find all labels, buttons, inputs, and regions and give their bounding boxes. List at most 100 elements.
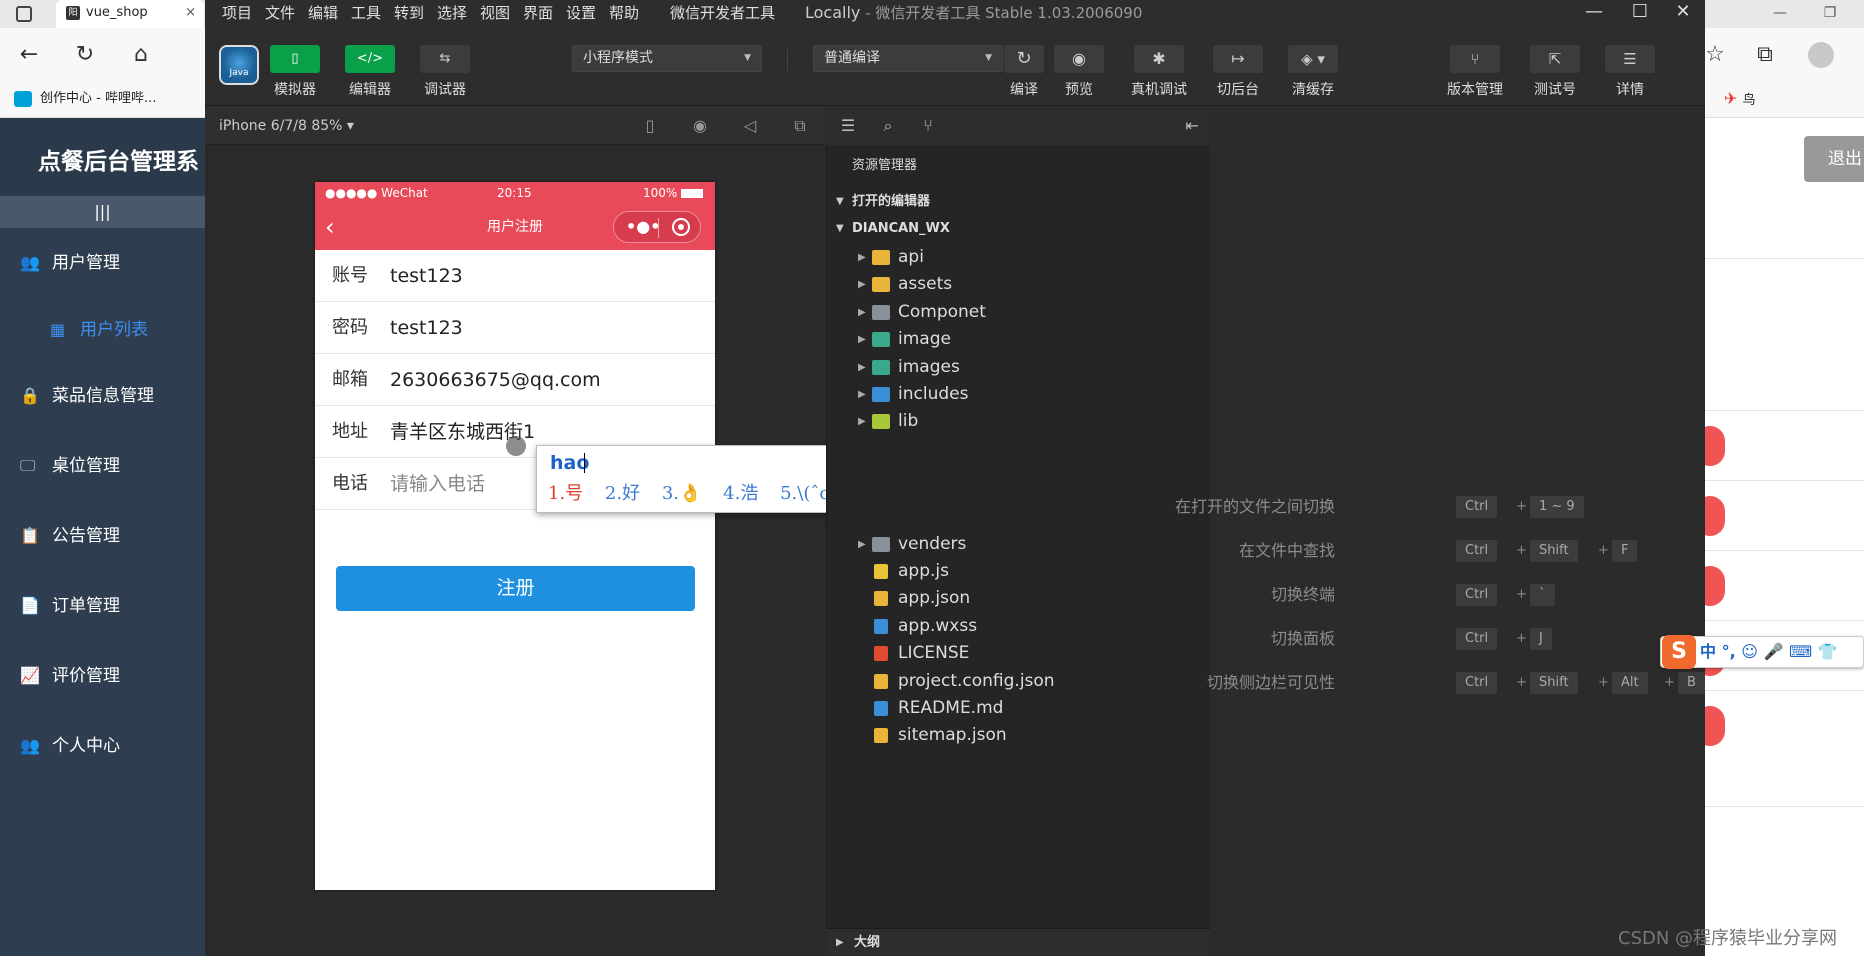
popout-icon[interactable]: ⧉ [788,114,812,138]
folder-item[interactable]: ▶ api [858,244,1198,271]
folder-item[interactable]: ▶ includes [858,381,1198,408]
collapse-sidebar-icon[interactable]: ⇤ [1180,114,1204,138]
account-input[interactable]: test123 [390,250,463,302]
profile-avatar[interactable] [1808,42,1834,68]
menu-project[interactable]: 项目 [222,2,252,24]
tab-actions-icon[interactable] [16,6,32,22]
clear-cache-button[interactable]: ◈ ▾ [1288,45,1338,73]
sidebar-item-profile[interactable]: 👥 个人中心 [0,726,205,766]
close-icon[interactable]: ✕ [1663,0,1703,26]
item-name: app.json [898,588,971,608]
browser-minimize-icon[interactable]: — [1766,0,1794,28]
project-section[interactable]: ▼ DIANCAN_WX [834,217,1210,241]
folder-icon [872,414,890,429]
minimize-icon[interactable]: — [1574,0,1614,26]
folder-item[interactable]: ▶ Componet [858,299,1198,326]
folder-item[interactable]: ▶ lib [858,408,1198,435]
debugger-toggle[interactable]: ⇆ [420,45,470,73]
sidebar-item-dishes[interactable]: 🔒 菜品信息管理 [0,376,205,416]
browser-restore-icon[interactable]: ❐ [1816,0,1844,28]
sidebar-item-tables[interactable]: 🖵 桌位管理 [0,446,205,486]
menu-wechat-devtools[interactable]: 微信开发者工具 [670,2,775,24]
folder-item[interactable]: ▶ assets [858,271,1198,298]
sogou-logo-icon[interactable]: S [1662,635,1696,669]
file-item[interactable]: README.md [858,695,1198,722]
sidebar-item-label: 用户管理 [52,253,120,273]
close-capsule-icon[interactable] [672,218,690,236]
reload-icon[interactable]: ↻ [70,40,100,70]
collections-icon[interactable]: ⧉ [1750,40,1780,70]
item-name: api [898,247,924,267]
folder-item[interactable]: ▶ images [858,354,1198,381]
sidebar-item-orders[interactable]: 📄 订单管理 [0,586,205,626]
bookmark-item[interactable]: 创作中心 - 哔哩哔... [14,88,156,110]
item-name: lib [898,411,919,431]
admin-sidebar [0,194,205,956]
home-icon[interactable]: ⌂ [126,40,156,70]
compile-select-value: 普通编译 [824,50,880,66]
register-button[interactable]: 注册 [336,566,695,611]
compile-button[interactable]: ↻ [1004,45,1044,73]
back-icon[interactable]: ← [14,40,44,70]
menu-help[interactable]: 帮助 [609,2,639,24]
menu-view[interactable]: 视图 [480,2,510,24]
rotate-device-icon[interactable]: ▯ [638,114,662,138]
source-control-icon[interactable]: ⑂ [916,114,940,138]
open-editors-section[interactable]: ▼ 打开的编辑器 [834,190,1210,214]
file-item[interactable]: sitemap.json [858,722,1198,749]
tab-close-icon[interactable]: × [185,0,196,26]
phone-input[interactable]: 请输入电话 [390,458,485,510]
simulator-toggle[interactable]: ▯ [270,45,320,73]
sidebar-item-notices[interactable]: 📋 公告管理 [0,516,205,556]
ime-candidate[interactable]: 3.👌 [662,483,702,504]
volume-icon[interactable]: ◁ [738,114,762,138]
menu-tools[interactable]: 工具 [351,2,381,24]
refresh-icon: ↻ [1016,48,1032,69]
menu-settings[interactable]: 设置 [566,2,596,24]
compile-select[interactable]: 普通编译 ▼ [813,45,1003,72]
sidebar-item-reviews[interactable]: 📈 评价管理 [0,656,205,696]
mini-program-capsule[interactable]: •●• [613,211,701,243]
ime-candidate[interactable]: 4.浩 [723,483,758,504]
editor-toggle[interactable]: </> [345,45,395,73]
sidebar-item-users[interactable]: 👥 用户管理 [0,243,205,283]
ime-candidate[interactable]: 1.号 [548,483,583,504]
browser-tab[interactable]: 阳 vue_shop × [56,0,204,28]
record-icon[interactable]: ◉ [688,114,712,138]
eye-icon: ◉ [1072,49,1086,68]
test-account-button[interactable]: ⇱ [1530,45,1580,73]
password-input[interactable]: test123 [390,302,463,354]
menu-interface[interactable]: 界面 [523,2,553,24]
search-icon[interactable]: ⌕ [876,114,900,138]
status-time: 20:15 [497,186,532,200]
ime-candidate[interactable]: 2.好 [605,483,640,504]
mode-select[interactable]: 小程序模式 ▼ [572,45,762,72]
folder-item[interactable]: ▶ image [858,326,1198,353]
item-name: venders [898,534,967,554]
version-label: 版本管理 [1447,82,1503,98]
real-debug-button[interactable]: ✱ [1134,45,1184,73]
sidebar-item-user-list[interactable]: ▦ 用户列表 [0,310,205,350]
email-input[interactable]: 2630663675@qq.com [390,354,601,406]
account-avatar[interactable]: Java [219,45,259,85]
sogou-toolbar-items[interactable]: 中 °, ☺ 🎤 ⌨ 👕 [1700,640,1838,664]
logout-button[interactable]: 退出 [1804,136,1864,182]
menu-edit[interactable]: 编辑 [308,2,338,24]
menu-goto[interactable]: 转到 [394,2,424,24]
menu-select[interactable]: 选择 [437,2,467,24]
preview-button[interactable]: ◉ [1054,45,1104,73]
battery-icon [681,189,703,198]
more-icon[interactable]: •●• [626,216,660,238]
sidebar-toggle[interactable]: ||| [0,196,205,228]
details-button[interactable]: ☰ [1605,45,1655,73]
maximize-icon[interactable]: ☐ [1620,0,1660,26]
bookmark-bird-icon[interactable]: ✈ 鸟 [1724,88,1756,112]
outline-section[interactable]: ▶ 大纲 [836,932,880,954]
device-select[interactable]: iPhone 6/7/8 85% ▾ [219,116,354,136]
background-button[interactable]: ↦ [1213,45,1263,73]
window-title-main: Locally [805,3,861,22]
field-label: 账号 [332,265,368,286]
menu-file[interactable]: 文件 [265,2,295,24]
version-button[interactable]: ⑂ [1450,45,1500,73]
list-icon[interactable]: ☰ [836,114,860,138]
